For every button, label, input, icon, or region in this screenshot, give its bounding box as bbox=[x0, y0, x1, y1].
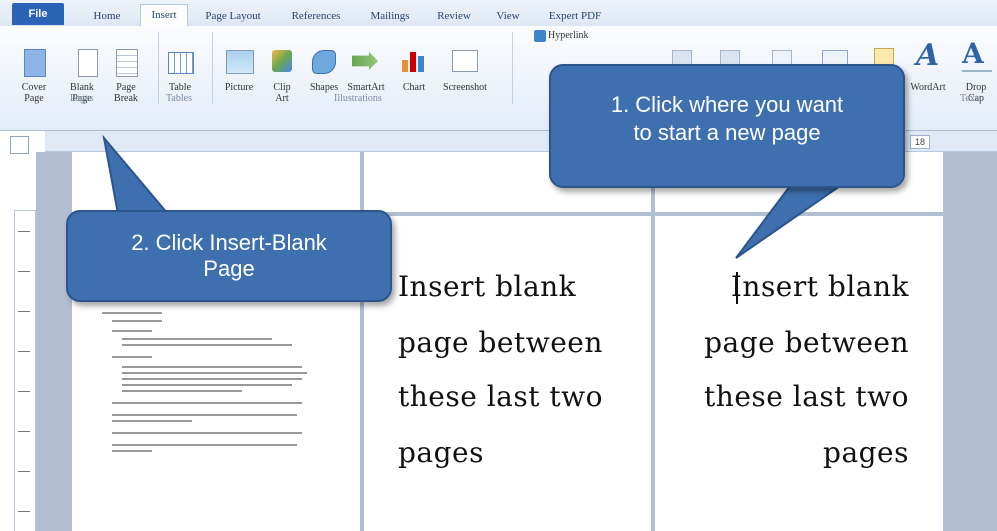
group-illustrations-label: Illustrations bbox=[334, 93, 382, 104]
mini-text-line bbox=[112, 444, 297, 446]
step1-callout-line-2: to start a new page bbox=[633, 120, 821, 145]
page-3-line-1: Insert blank bbox=[730, 270, 909, 303]
page-2-line-3: these last two bbox=[398, 380, 603, 413]
tab-selector-button[interactable] bbox=[10, 136, 29, 154]
shapes-button[interactable]: Shapes bbox=[306, 82, 342, 93]
chart-button[interactable]: Chart bbox=[396, 82, 432, 93]
ruler-tick bbox=[18, 231, 30, 232]
page-break-icon bbox=[116, 49, 138, 77]
ribbon-separator bbox=[158, 32, 159, 104]
tab-expert-pdf[interactable]: Expert PDF bbox=[540, 6, 610, 26]
ruler-tick bbox=[18, 271, 30, 272]
hyperlink-icon bbox=[534, 30, 546, 42]
mini-text-line bbox=[102, 312, 162, 314]
tab-page-layout[interactable]: Page Layout bbox=[196, 6, 270, 26]
hyperlink-button[interactable]: Hyperlink bbox=[548, 30, 608, 41]
mini-text-line bbox=[112, 356, 152, 358]
screenshot-button[interactable]: Screenshot bbox=[436, 82, 494, 93]
mini-text-line bbox=[122, 390, 242, 392]
table-icon bbox=[168, 52, 194, 74]
page-3-line-4: pages bbox=[823, 436, 909, 469]
group-pages-label: Pages bbox=[70, 93, 94, 104]
picture-button[interactable]: Picture bbox=[218, 82, 260, 93]
smartart-button[interactable]: SmartArt bbox=[344, 82, 388, 93]
ruler-tick bbox=[18, 311, 30, 312]
cover-page-icon bbox=[24, 49, 46, 77]
mini-text-line bbox=[122, 372, 307, 374]
page-2-line-4: pages bbox=[398, 436, 484, 469]
blank-page-icon bbox=[78, 49, 98, 77]
mini-text-line bbox=[122, 338, 272, 340]
step2-callout-line-2: Page bbox=[203, 256, 255, 281]
clip-art-label-1: Clip bbox=[273, 82, 291, 93]
page-2-line-1: Insert blank bbox=[398, 270, 577, 303]
tab-file[interactable]: File bbox=[12, 3, 64, 25]
tab-references[interactable]: References bbox=[280, 6, 352, 26]
ruler-tick bbox=[18, 471, 30, 472]
tab-view[interactable]: View bbox=[488, 6, 528, 26]
mini-text-line bbox=[112, 420, 192, 422]
page-3[interactable]: Insert blank page between these last two… bbox=[655, 216, 943, 531]
tab-mailings[interactable]: Mailings bbox=[362, 6, 418, 26]
ribbon-tab-strip: File Home Insert Page Layout References … bbox=[0, 0, 997, 27]
ruler-tick bbox=[18, 351, 30, 352]
tab-home[interactable]: Home bbox=[82, 6, 132, 26]
cover-page-button[interactable]: Cover Page bbox=[14, 82, 54, 104]
group-text-label: Text bbox=[960, 93, 978, 104]
mini-text-line bbox=[122, 344, 292, 346]
tab-review[interactable]: Review bbox=[430, 6, 478, 26]
clip-art-label-2: Art bbox=[275, 93, 289, 104]
page-break-label-2: Break bbox=[114, 93, 138, 104]
wordart-icon: A bbox=[916, 38, 940, 73]
drop-cap-label-1: Drop bbox=[965, 82, 987, 93]
mini-text-line bbox=[112, 450, 152, 452]
page-2[interactable]: Insert blank page between these last two… bbox=[364, 216, 651, 531]
mini-text-line bbox=[122, 366, 302, 368]
step2-callout-line-1: 2. Click Insert-Blank bbox=[131, 230, 327, 255]
drop-cap-icon: A bbox=[962, 38, 992, 72]
mini-text-line bbox=[112, 402, 302, 404]
step1-callout-line-1: 1. Click where you want bbox=[610, 92, 844, 117]
page-3-line-3: these last two bbox=[704, 380, 909, 413]
clip-art-icon bbox=[272, 50, 292, 72]
vertical-ruler[interactable] bbox=[14, 210, 36, 531]
group-tables-label: Tables bbox=[166, 93, 192, 104]
wordart-button[interactable]: WordArt bbox=[908, 82, 948, 93]
page-1-top bbox=[72, 152, 360, 212]
mini-text-line bbox=[112, 414, 297, 416]
table-button[interactable]: Table bbox=[162, 82, 198, 93]
page-2-line-2: page between bbox=[398, 326, 603, 359]
clip-art-button[interactable]: Clip Art bbox=[266, 82, 298, 104]
page-break-button[interactable]: Page Break bbox=[106, 82, 146, 104]
step2-callout: 2. Click Insert-Blank Page bbox=[66, 210, 392, 302]
step1-callout: 1. Click where you want to start a new p… bbox=[549, 64, 905, 188]
ruler-tick bbox=[18, 391, 30, 392]
page-break-label-1: Page bbox=[116, 82, 136, 93]
blank-page-label-1: Blank bbox=[70, 82, 94, 93]
mini-text-line bbox=[112, 432, 302, 434]
mini-text-line bbox=[122, 378, 302, 380]
cover-page-label-1: Cover bbox=[21, 82, 47, 93]
tab-insert[interactable]: Insert bbox=[140, 4, 188, 27]
screenshot-icon bbox=[452, 50, 478, 72]
ruler-number: 18 bbox=[910, 135, 930, 149]
ribbon-separator bbox=[512, 32, 513, 104]
cover-page-label-2: Page bbox=[24, 93, 44, 104]
ruler-tick bbox=[18, 511, 30, 512]
picture-icon bbox=[226, 50, 254, 74]
shapes-icon bbox=[312, 50, 336, 74]
ruler-tick bbox=[18, 431, 30, 432]
chart-icon bbox=[402, 48, 426, 72]
mini-text-line bbox=[112, 330, 152, 332]
mini-text-line bbox=[122, 384, 292, 386]
page-3-line-2: page between bbox=[704, 326, 909, 359]
mini-text-line bbox=[112, 320, 162, 322]
ribbon-separator bbox=[212, 32, 213, 104]
